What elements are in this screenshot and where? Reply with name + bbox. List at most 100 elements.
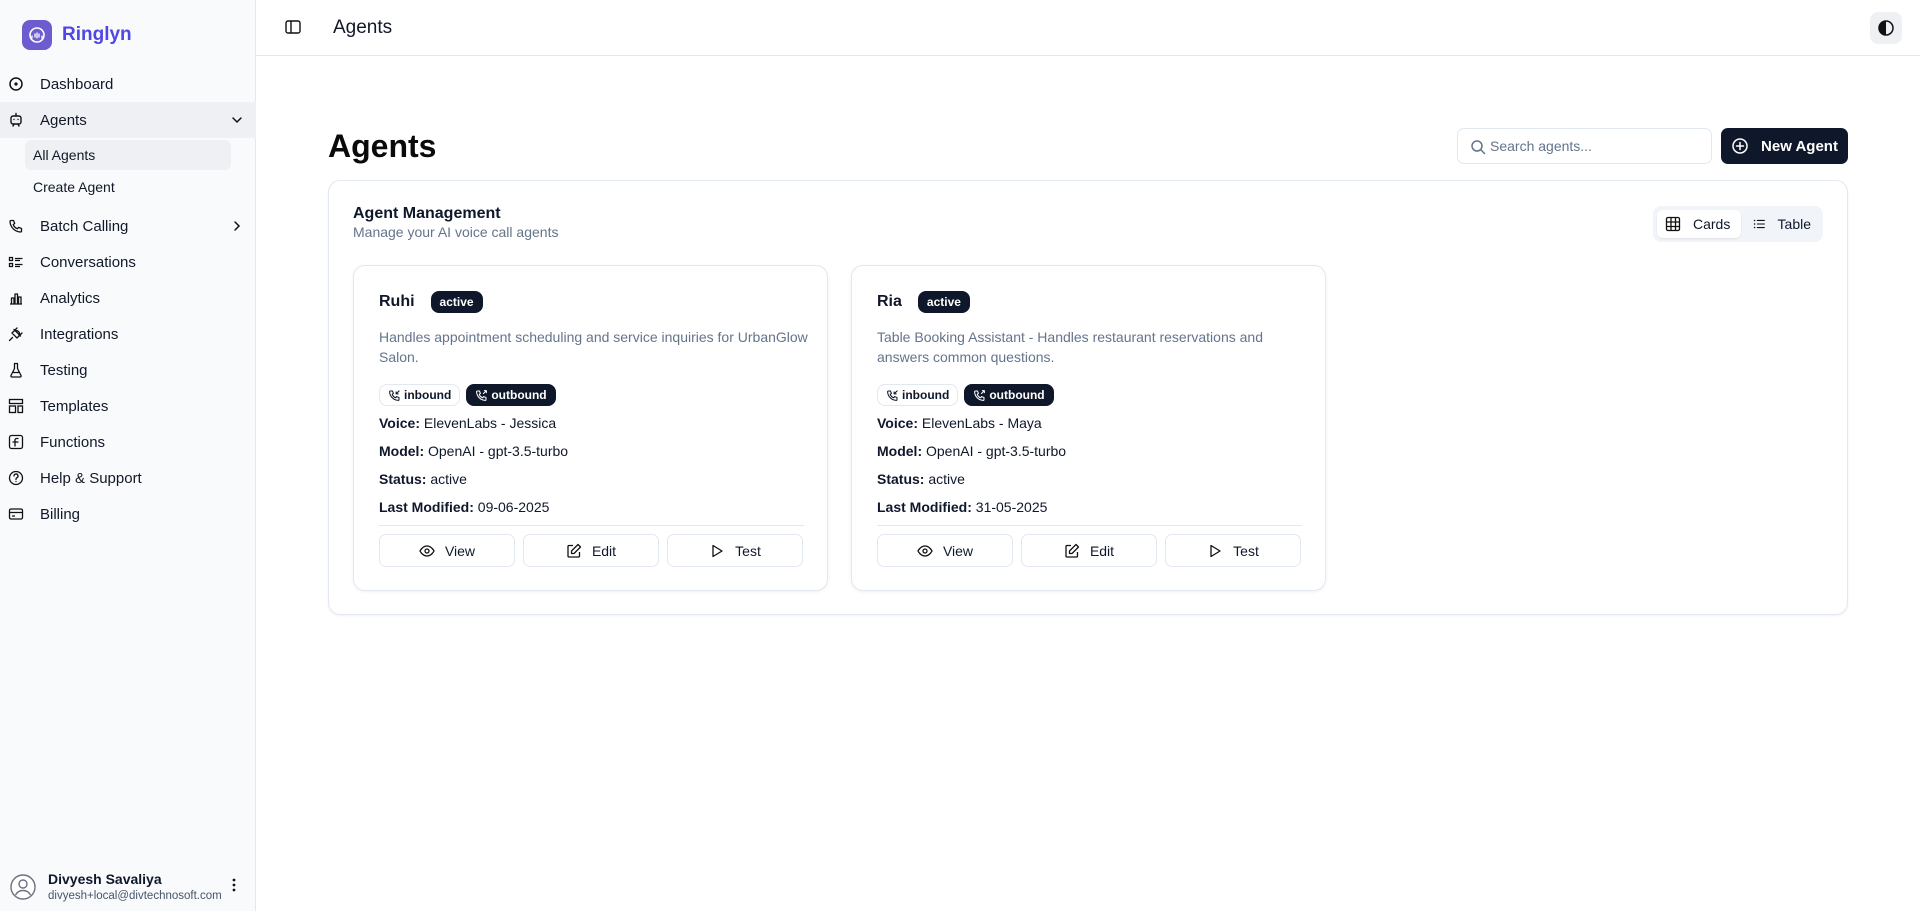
agent-voice: Voice: ElevenLabs - Jessica [379, 415, 556, 431]
card-divider [877, 525, 1302, 526]
inbound-label: inbound [902, 388, 950, 402]
panel-title: Agent Management [353, 205, 501, 222]
credit-card-icon [8, 508, 24, 520]
agents-submenu: All Agents Create Agent [0, 138, 256, 208]
list-icon [1753, 219, 1765, 229]
model-label: Model: [877, 443, 923, 459]
sidebar-item-integrations[interactable]: Integrations [0, 316, 256, 352]
agent-model: Model: OpenAI - gpt-3.5-turbo [379, 443, 568, 459]
agent-status: Status: active [877, 471, 965, 487]
view-label: View [942, 542, 974, 559]
sidebar: Ringlyn Dashboard Agents All Agents Crea… [0, 0, 256, 911]
cards-view-button[interactable]: Cards [1657, 210, 1741, 238]
sidebar-item-templates[interactable]: Templates [0, 388, 256, 424]
agent-last-modified: Last Modified: 31-05-2025 [877, 499, 1047, 515]
agent-actions: View Edit Test [877, 534, 1301, 567]
brand[interactable]: Ringlyn [22, 20, 132, 50]
user-profile[interactable]: Divyesh Savaliya divyesh+local@divtechno… [10, 868, 250, 904]
test-button[interactable]: Test [667, 534, 803, 567]
last-modified-label: Last Modified: [379, 499, 474, 515]
chevron-down-icon[interactable] [230, 113, 244, 127]
sidebar-item-label: Conversations [40, 253, 136, 271]
topbar: Agents [256, 0, 1920, 56]
model-label: Model: [379, 443, 425, 459]
sidebar-item-billing[interactable]: Billing [0, 496, 256, 532]
sidebar-item-label: Analytics [40, 289, 101, 307]
status-badge: active [430, 291, 483, 313]
inbound-label: inbound [404, 388, 452, 402]
search-input[interactable] [1490, 129, 1705, 163]
sidebar-item-label: Help & Support [40, 469, 142, 487]
card-divider [379, 525, 804, 526]
outbound-tag: outbound [466, 384, 556, 406]
phone-outgoing-icon [974, 389, 986, 401]
view-button[interactable]: View [877, 534, 1013, 567]
sidebar-item-help[interactable]: Help & Support [0, 460, 256, 496]
test-button[interactable]: Test [1165, 534, 1301, 567]
agent-description: Table Booking Assistant - Handles restau… [877, 329, 1263, 365]
table-view-button[interactable]: Table [1745, 210, 1819, 238]
cards-view-label: Cards [1693, 216, 1731, 232]
voice-label: Voice: [379, 415, 420, 431]
sidebar-item-agents[interactable]: Agents [0, 102, 256, 138]
agent-direction-tags: inbound outbound [379, 384, 556, 406]
sidebar-item-conversations[interactable]: Conversations [0, 244, 256, 280]
brand-name: Ringlyn [62, 24, 132, 45]
last-modified-value: 31-05-2025 [975, 499, 1048, 515]
agent-card-header: Ruhi active [379, 291, 483, 313]
last-modified-label: Last Modified: [877, 499, 972, 515]
list-checks-icon [8, 256, 23, 268]
sidebar-subitem-all-agents[interactable]: All Agents [25, 140, 231, 170]
edit-button[interactable]: Edit [1021, 534, 1157, 567]
search-box [1457, 128, 1712, 164]
model-value: OpenAI - gpt-3.5-turbo [428, 443, 569, 459]
sidebar-item-label: Agents [40, 111, 87, 129]
new-agent-button[interactable]: New Agent [1721, 128, 1848, 164]
status-label: Status: [379, 471, 427, 487]
sidebar-item-testing[interactable]: Testing [0, 352, 256, 388]
agent-actions: View Edit Test [379, 534, 803, 567]
sidebar-item-analytics[interactable]: Analytics [0, 280, 256, 316]
status-label: Status: [877, 471, 925, 487]
user-name: Divyesh Savaliya [48, 871, 162, 887]
agent-name: Ruhi [379, 293, 415, 310]
chevron-right-icon[interactable] [230, 219, 244, 233]
plus-circle-icon [1732, 138, 1748, 154]
agent-model: Model: OpenAI - gpt-3.5-turbo [877, 443, 1066, 459]
layout-template-icon [8, 398, 24, 414]
inbound-tag: inbound [877, 384, 959, 406]
function-icon [8, 434, 24, 450]
sidebar-item-label: Integrations [40, 325, 119, 343]
agent-name: Ria [877, 293, 902, 310]
voice-value: ElevenLabs - Maya [921, 415, 1042, 431]
sidebar-nav: Dashboard Agents All Agents Create Agent… [0, 66, 256, 532]
theme-toggle-button[interactable] [1870, 12, 1902, 44]
model-value: OpenAI - gpt-3.5-turbo [926, 443, 1067, 459]
test-label: Test [1233, 542, 1259, 559]
outbound-label: outbound [491, 388, 547, 402]
sidebar-subitem-create-agent[interactable]: Create Agent [25, 172, 231, 202]
agent-description: Handles appointment scheduling and servi… [379, 329, 808, 365]
search-icon [1471, 140, 1486, 155]
more-vertical-icon[interactable] [226, 877, 242, 893]
voice-value: ElevenLabs - Jessica [423, 415, 557, 431]
agent-card: Ruhi active Handles appointment scheduli… [353, 265, 828, 591]
edit-button[interactable]: Edit [523, 534, 659, 567]
sidebar-toggle-icon[interactable] [284, 18, 302, 36]
sidebar-item-functions[interactable]: Functions [0, 424, 256, 460]
status-badge: active [917, 291, 970, 313]
test-label: Test [735, 542, 761, 559]
voice-label: Voice: [877, 415, 918, 431]
page-title: Agents [328, 128, 437, 164]
user-email: divyesh+local@divtechnosoft.com [48, 890, 222, 902]
agent-direction-tags: inbound outbound [877, 384, 1054, 406]
sidebar-item-batch-calling[interactable]: Batch Calling [0, 208, 256, 244]
agent-last-modified: Last Modified: 09-06-2025 [379, 499, 549, 515]
sidebar-item-dashboard[interactable]: Dashboard [0, 66, 256, 102]
view-button[interactable]: View [379, 534, 515, 567]
eye-icon [917, 544, 933, 557]
sidebar-item-label: Testing [40, 361, 88, 379]
avatar [10, 874, 36, 900]
agent-card-header: Ria active [877, 291, 970, 313]
view-toggle: Cards Table [1653, 206, 1823, 242]
